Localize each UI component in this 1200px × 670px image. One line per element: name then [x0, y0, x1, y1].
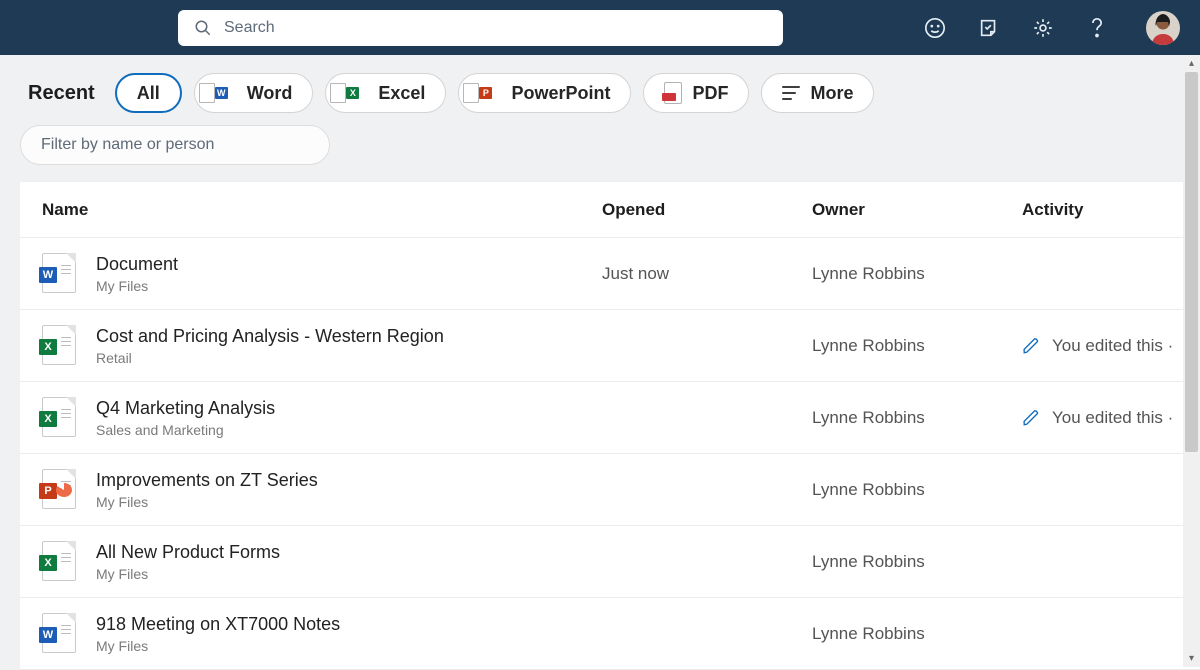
file-name: Cost and Pricing Analysis - Western Regi… — [96, 325, 444, 348]
file-location: Sales and Marketing — [96, 422, 275, 438]
table-row[interactable]: X Cost and Pricing Analysis - Western Reg… — [20, 310, 1200, 382]
file-location: My Files — [96, 638, 340, 654]
search-input[interactable] — [224, 19, 769, 37]
word-icon: W — [215, 83, 237, 103]
filter-pill-excel[interactable]: X Excel — [325, 73, 446, 113]
word-file-icon: W — [42, 253, 76, 293]
filter-bar: Recent All W Word X Excel P PowerPoint P… — [0, 55, 1200, 113]
ppt-file-icon: P — [42, 469, 76, 509]
pill-label: Word — [247, 83, 293, 104]
filter-pill-all[interactable]: All — [115, 73, 182, 113]
word-file-icon: W — [42, 613, 76, 653]
powerpoint-icon: P — [479, 83, 501, 103]
col-name[interactable]: Name — [42, 200, 602, 220]
file-location: My Files — [96, 566, 280, 582]
file-owner: Lynne Robbins — [812, 624, 1022, 644]
filter-pill-more[interactable]: More — [761, 73, 874, 113]
file-activity: You edited this · — [1022, 408, 1200, 428]
file-activity: You edited this · — [1022, 336, 1200, 356]
note-checkmark-icon[interactable] — [978, 17, 1000, 39]
table-row[interactable]: P Improvements on ZT Series My Files Lynne … — [20, 454, 1200, 526]
settings-gear-icon[interactable] — [1032, 17, 1054, 39]
search-box[interactable] — [178, 10, 783, 46]
file-owner: Lynne Robbins — [812, 552, 1022, 572]
col-opened[interactable]: Opened — [602, 200, 812, 220]
file-location: Retail — [96, 350, 444, 366]
search-icon — [192, 17, 214, 39]
user-avatar[interactable] — [1146, 11, 1180, 45]
table-header: Name Opened Owner Activity — [20, 182, 1200, 238]
excel-icon: X — [346, 83, 368, 103]
vertical-scrollbar[interactable]: ▴ ▾ — [1183, 55, 1200, 667]
recent-heading: Recent — [28, 82, 95, 105]
filter-lines-icon — [782, 86, 800, 100]
col-activity[interactable]: Activity — [1022, 200, 1200, 220]
file-name: Document — [96, 253, 178, 276]
scroll-thumb[interactable] — [1185, 72, 1198, 452]
table-row[interactable]: W 918 Meeting on XT7000 Notes My Files Lynn… — [20, 598, 1200, 670]
file-location: My Files — [96, 494, 318, 510]
filter-pill-word[interactable]: W Word — [194, 73, 314, 113]
file-name: Q4 Marketing Analysis — [96, 397, 275, 420]
excel-file-icon: X — [42, 325, 76, 365]
file-name: All New Product Forms — [96, 541, 280, 564]
file-location: My Files — [96, 278, 178, 294]
recent-files-table: Name Opened Owner Activity W Document My F… — [20, 181, 1200, 670]
scroll-down-icon[interactable]: ▾ — [1183, 650, 1200, 667]
help-icon[interactable] — [1086, 17, 1108, 39]
col-owner[interactable]: Owner — [812, 200, 1022, 220]
excel-file-icon: X — [42, 541, 76, 581]
table-row[interactable]: X Q4 Marketing Analysis Sales and Marketin… — [20, 382, 1200, 454]
file-opened: Just now — [602, 264, 812, 284]
file-name: Improvements on ZT Series — [96, 469, 318, 492]
app-header — [0, 0, 1200, 55]
table-row[interactable]: W Document My Files Just nowLynne Robbins — [20, 238, 1200, 310]
filter-pill-pdf[interactable]: PDF — [643, 73, 749, 113]
pill-label: More — [810, 83, 853, 104]
pill-label: Excel — [378, 83, 425, 104]
file-owner: Lynne Robbins — [812, 336, 1022, 356]
pill-label: PDF — [692, 83, 728, 104]
table-row[interactable]: X All New Product Forms My Files Lynne Robb… — [20, 526, 1200, 598]
activity-text: You edited this · — [1052, 336, 1173, 356]
pdf-icon — [664, 82, 682, 104]
file-owner: Lynne Robbins — [812, 264, 1022, 284]
pill-label: PowerPoint — [511, 83, 610, 104]
pill-label: All — [137, 83, 160, 104]
file-name: 918 Meeting on XT7000 Notes — [96, 613, 340, 636]
filter-by-name-input[interactable] — [20, 125, 330, 165]
file-owner: Lynne Robbins — [812, 408, 1022, 428]
scroll-up-icon[interactable]: ▴ — [1183, 55, 1200, 72]
activity-text: You edited this · — [1052, 408, 1173, 428]
file-owner: Lynne Robbins — [812, 480, 1022, 500]
emoji-icon[interactable] — [924, 17, 946, 39]
filter-pill-powerpoint[interactable]: P PowerPoint — [458, 73, 631, 113]
excel-file-icon: X — [42, 397, 76, 437]
